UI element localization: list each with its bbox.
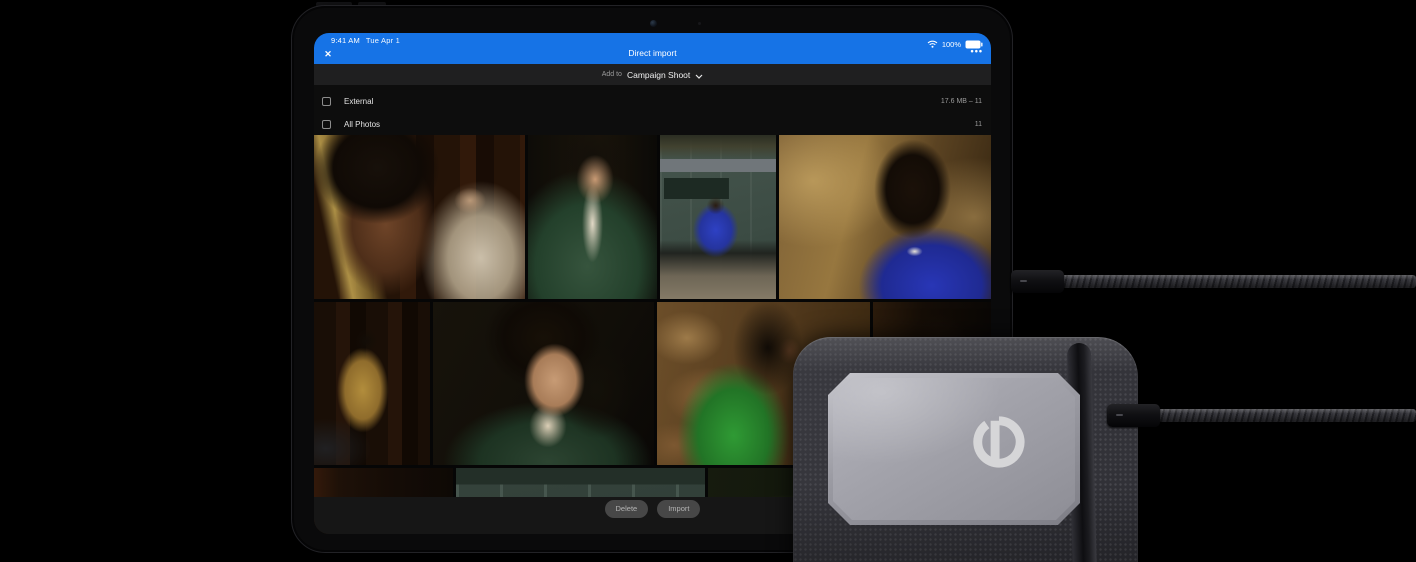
photo-thumbnail[interactable] xyxy=(433,302,654,465)
source-label: External xyxy=(344,96,374,106)
chevron-down-icon[interactable] xyxy=(695,66,703,84)
status-time-date: 9:41 AM Tue Apr 1 xyxy=(331,36,400,45)
checkbox-all-photos[interactable] xyxy=(322,119,331,129)
source-label: All Photos xyxy=(344,119,381,129)
checkbox-external[interactable] xyxy=(322,96,331,106)
usb-cable-drive xyxy=(1155,409,1416,422)
app-header: 9:41 AM Tue Apr 1 100% ✕ Direct import •… xyxy=(314,33,991,64)
status-bar: 9:41 AM Tue Apr 1 100% xyxy=(314,33,991,49)
status-time: 9:41 AM xyxy=(331,36,360,45)
source-row-all-photos[interactable]: All Photos 11 xyxy=(314,113,991,135)
header-row: ✕ Direct import ••• xyxy=(314,46,991,64)
usb-plug-ipad xyxy=(1011,270,1064,293)
import-button[interactable]: Import xyxy=(657,500,701,518)
status-date: Tue Apr 1 xyxy=(365,36,400,45)
camera-sensor-icon xyxy=(698,22,701,25)
photo-thumbnail[interactable] xyxy=(314,302,430,465)
scene: 9:41 AM Tue Apr 1 100% ✕ Direct import •… xyxy=(0,0,1416,562)
plug-marking-icon xyxy=(1116,414,1123,416)
add-to-bar: Add to Campaign Shoot xyxy=(314,64,991,85)
source-meta: 11 xyxy=(974,120,982,128)
usb-cable-ipad xyxy=(1058,275,1416,288)
photo-thumbnail[interactable] xyxy=(660,135,776,299)
usb-plug-drive xyxy=(1107,404,1160,427)
source-meta: 17.6 MB – 11 xyxy=(940,97,982,105)
source-row-external[interactable]: External 17.6 MB – 11 xyxy=(314,90,991,112)
g-drive-logo-icon xyxy=(970,413,1028,476)
external-drive xyxy=(793,337,1138,562)
add-to-label: Add to xyxy=(601,71,622,78)
collection-selector[interactable]: Campaign Shoot xyxy=(627,70,690,80)
photo-thumbnail[interactable] xyxy=(779,135,991,299)
plug-marking-icon xyxy=(1020,280,1027,282)
delete-button[interactable]: Delete xyxy=(604,500,649,518)
photo-thumbnail[interactable] xyxy=(314,135,525,299)
drive-face xyxy=(833,378,1075,520)
drive-faceplate xyxy=(828,373,1080,525)
page-title: Direct import xyxy=(628,48,677,58)
front-camera-icon xyxy=(650,20,657,27)
photo-thumbnail[interactable] xyxy=(528,135,657,299)
more-options-button[interactable]: ••• xyxy=(971,46,983,56)
